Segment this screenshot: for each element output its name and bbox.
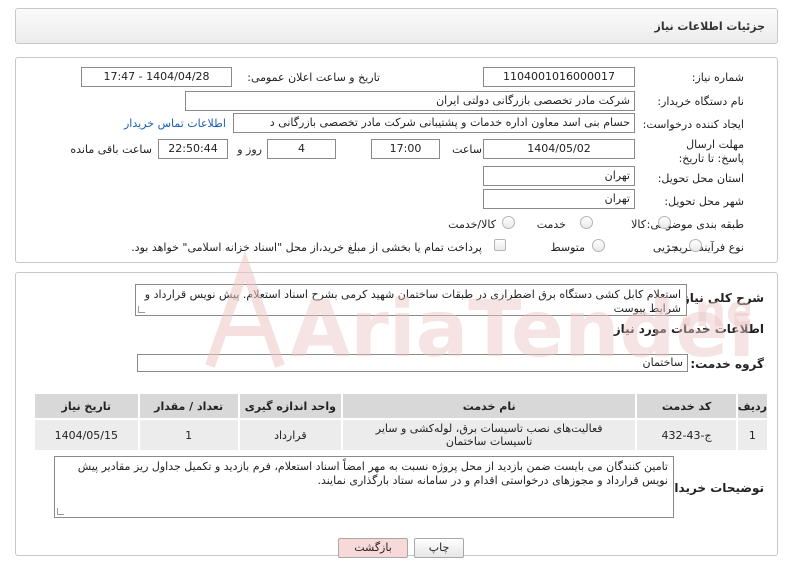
need-number-label: شماره نیاز: — [691, 71, 744, 84]
category-option-goods-service: کالا/خدمت — [448, 218, 496, 231]
buyer-org-label: نام دستگاه خریدار: — [657, 95, 744, 108]
days-label: روز و — [237, 143, 262, 156]
page-header: جزئیات اطلاعات نیاز — [15, 8, 778, 44]
buyer-notes-text: تامین کنندگان می بایست ضمن بازدید از محل… — [77, 460, 668, 487]
treasury-checkbox[interactable] — [494, 239, 506, 251]
col-row: ردیف — [735, 392, 770, 420]
cell-qty: 1 — [137, 418, 240, 452]
requester-field: حسام بنی اسد معاون اداره خدمات و پشتیبان… — [233, 113, 635, 133]
page-title: جزئیات اطلاعات نیاز — [654, 20, 766, 33]
col-code: کد خدمت — [635, 392, 738, 420]
buyer-org-field: شرکت مادر تخصصی بازرگانی دولتی ایران — [185, 91, 635, 111]
city-label: شهر محل تحویل: — [664, 195, 744, 208]
days-field: 4 — [267, 139, 336, 159]
col-unit: واحد اندازه گیری — [237, 392, 343, 420]
table-row: 1 ج-43-432 فعالیت‌های نصب تاسیسات برق، ل… — [33, 418, 770, 452]
description-text: استعلام کابل کشی دستگاه برق اضطراری در ط… — [144, 288, 681, 315]
deadline-date-field: 1404/05/02 — [483, 139, 635, 159]
category-option-goods: کالا — [631, 218, 646, 231]
deadline-time-label: ساعت — [452, 143, 482, 156]
cell-name: فعالیت‌های نصب تاسیسات برق، لوله‌کشی و س… — [340, 418, 638, 452]
description-textarea: استعلام کابل کشی دستگاه برق اضطراری در ط… — [135, 284, 687, 316]
category-radio-service[interactable] — [580, 216, 593, 229]
back-button[interactable]: بازگشت — [338, 538, 408, 558]
announce-label: تاریخ و ساعت اعلان عمومی: — [247, 71, 380, 84]
buyer-notes-label: توضیحات خریدار: — [662, 481, 764, 495]
city-field: تهران — [483, 189, 635, 209]
buyer-contact-link[interactable]: اطلاعات تماس خریدار — [124, 117, 226, 130]
service-group-field: ساختمان — [137, 354, 688, 372]
col-name: نام خدمت — [340, 392, 638, 420]
table-header-row: ردیف کد خدمت نام خدمت واحد اندازه گیری ت… — [33, 392, 770, 420]
province-label: استان محل تحویل: — [657, 172, 744, 185]
buyer-notes-textarea: تامین کنندگان می بایست ضمن بازدید از محل… — [54, 456, 674, 518]
treasury-note: پرداخت تمام یا بخشی از مبلغ خرید،از محل … — [131, 241, 482, 254]
process-option-medium: متوسط — [550, 241, 585, 254]
process-radio-minor[interactable] — [689, 239, 702, 252]
col-qty: تعداد / مقدار — [137, 392, 240, 420]
col-date: تاریخ نیاز — [33, 392, 140, 420]
process-option-minor: جزیی — [652, 241, 678, 254]
resize-grip-icon[interactable] — [57, 508, 64, 515]
cell-code: ج-43-432 — [635, 418, 738, 452]
cell-row: 1 — [735, 418, 770, 452]
deadline-time-field: 17:00 — [371, 139, 440, 159]
need-number-field: 1104001016000017 — [483, 67, 635, 87]
cell-date: 1404/05/15 — [33, 418, 140, 452]
deadline-label: مهلت ارسال پاسخ: تا تاریخ: — [678, 138, 744, 165]
cell-unit: قرارداد — [237, 418, 343, 452]
remaining-time-field: 22:50:44 — [158, 139, 228, 159]
description-label: شرح کلی نیاز: — [678, 291, 764, 305]
resize-grip-icon[interactable] — [138, 306, 145, 313]
announce-field: 1404/04/28 - 17:47 — [81, 67, 232, 87]
services-section-title: اطلاعات خدمات مورد نیاز — [613, 322, 764, 336]
requester-label: ایجاد کننده درخواست: — [642, 118, 744, 131]
category-radio-goods-service[interactable] — [502, 216, 515, 229]
process-radio-medium[interactable] — [592, 239, 605, 252]
print-button[interactable]: چاپ — [414, 538, 464, 558]
category-option-service: خدمت — [536, 218, 566, 231]
province-field: تهران — [483, 166, 635, 186]
remaining-label: ساعت باقی مانده — [70, 143, 152, 156]
service-group-label: گروه خدمت: — [690, 357, 764, 371]
services-table: ردیف کد خدمت نام خدمت واحد اندازه گیری ت… — [33, 392, 770, 452]
category-radio-goods[interactable] — [658, 216, 671, 229]
